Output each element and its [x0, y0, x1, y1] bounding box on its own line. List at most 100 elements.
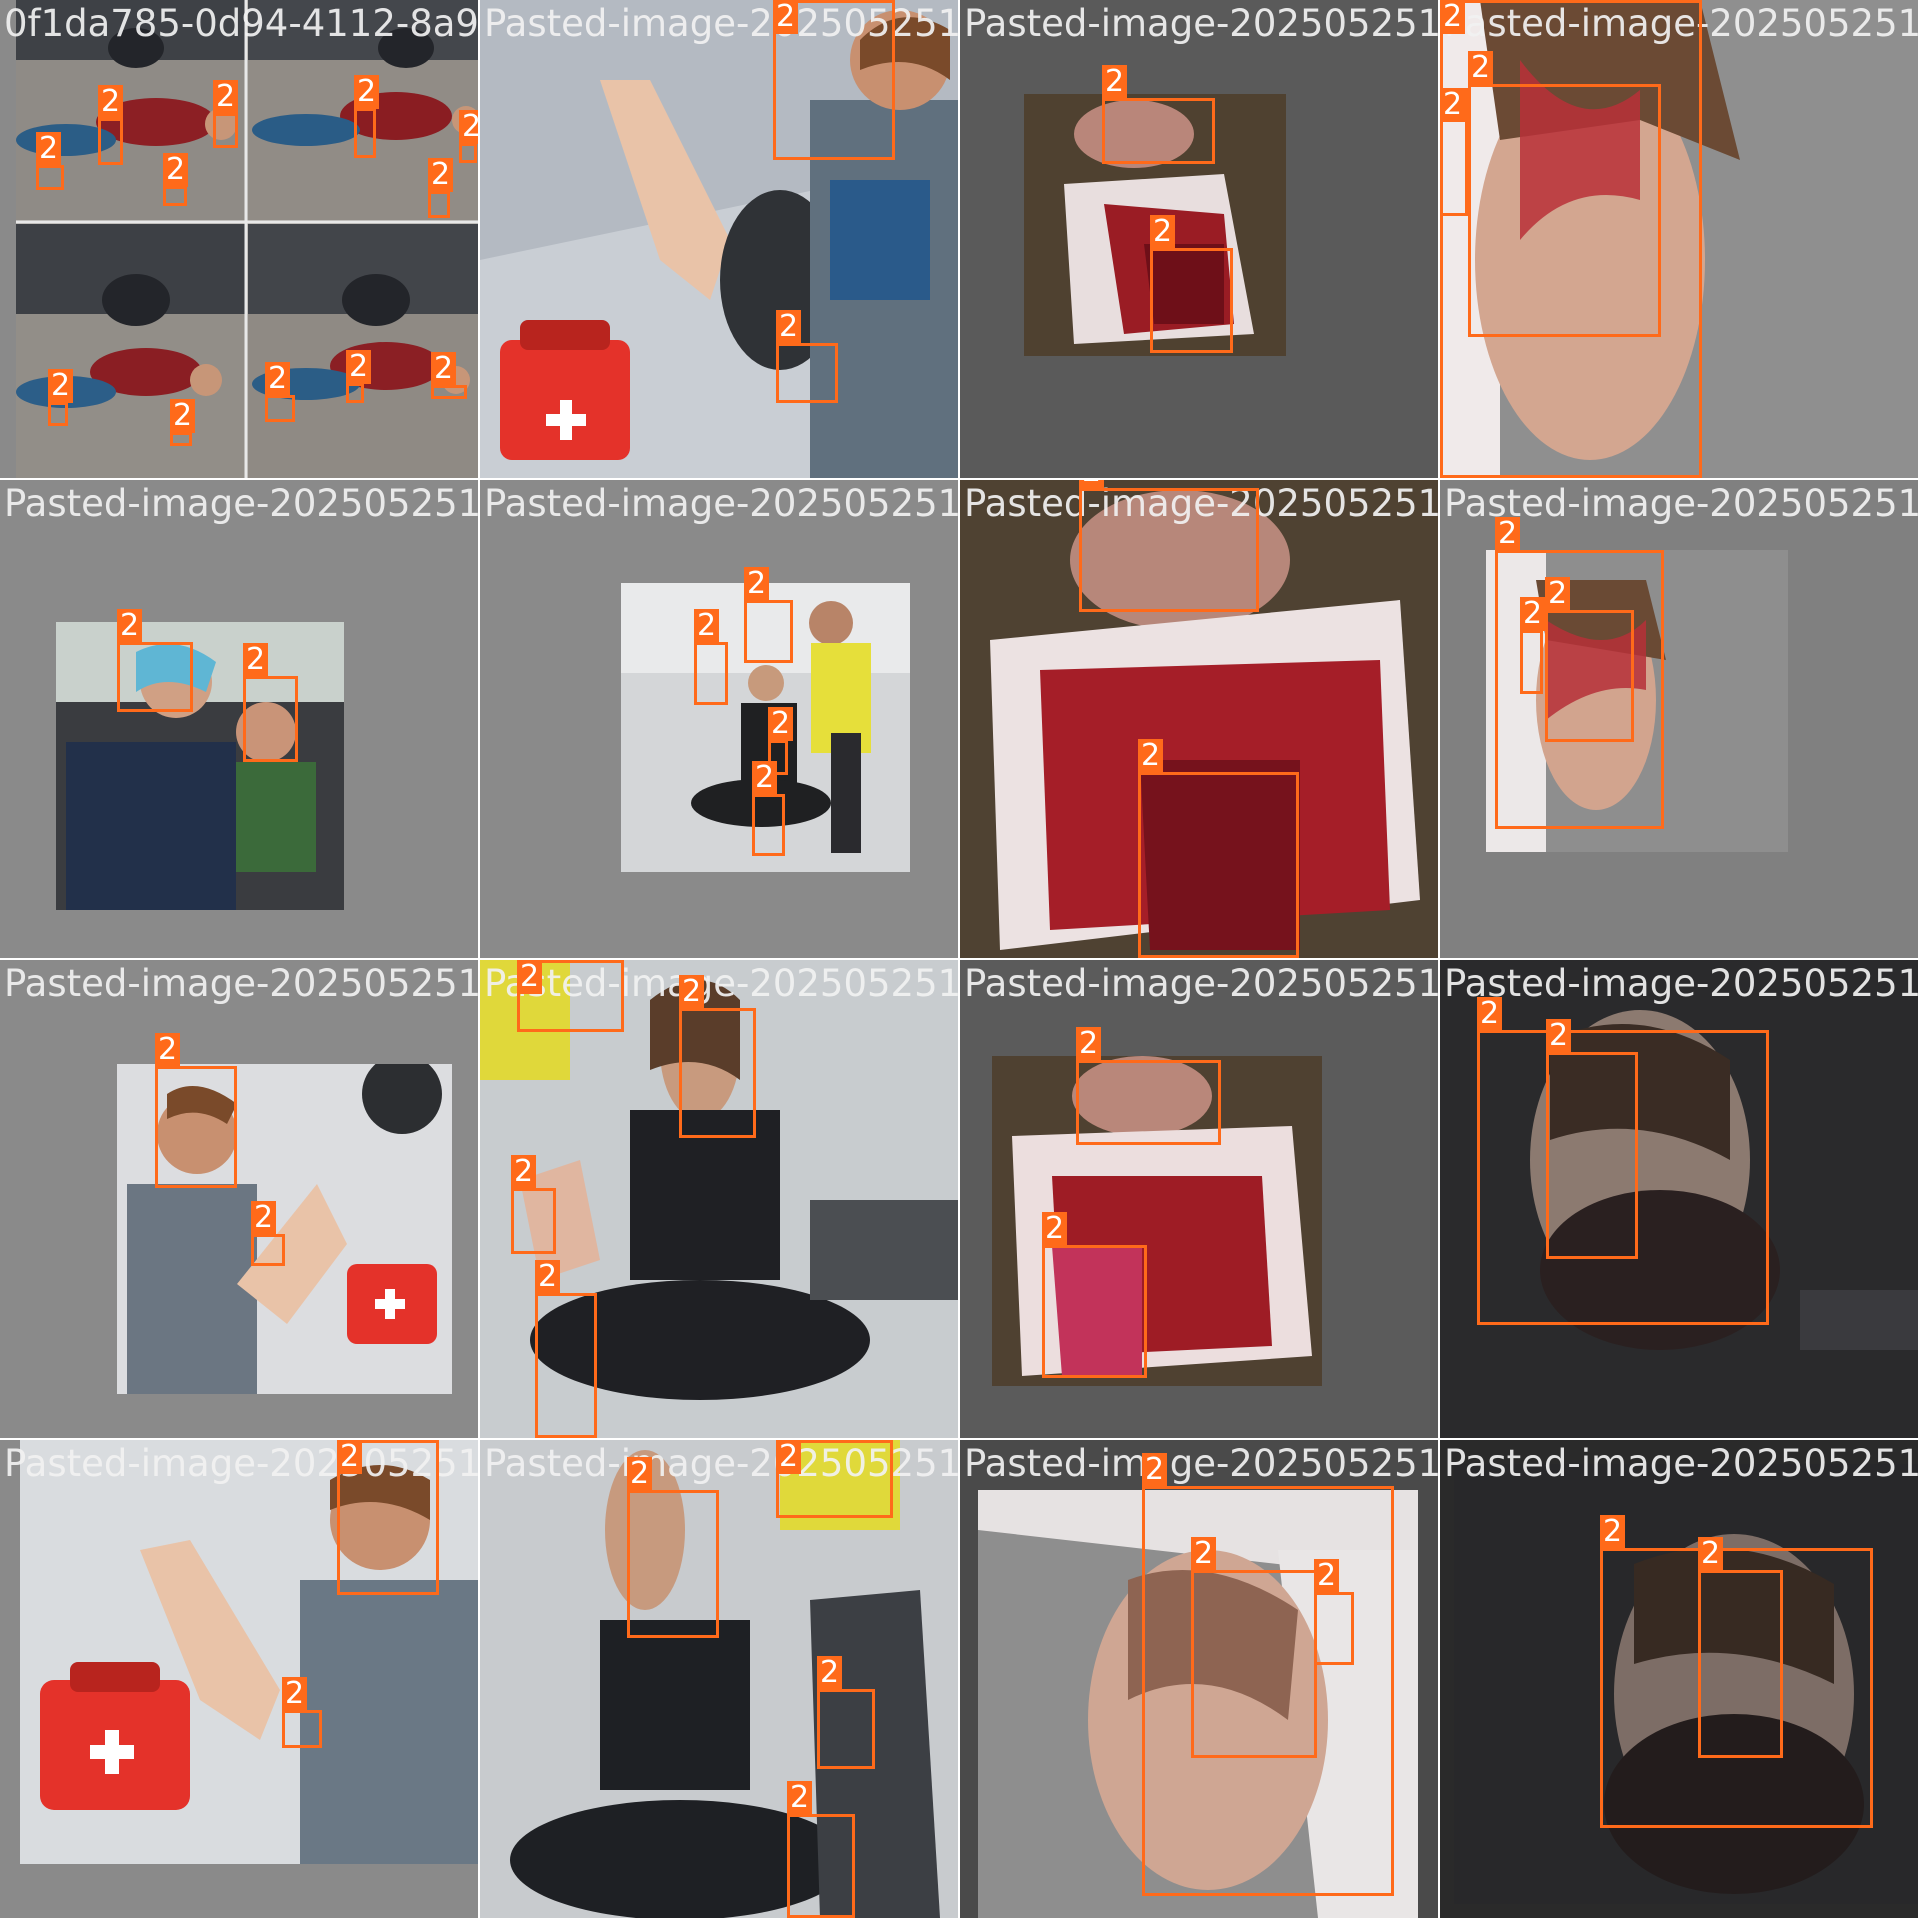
class-label: 2: [163, 153, 189, 187]
tile-photo: [56, 622, 344, 910]
class-label: 2: [337, 1440, 363, 1474]
image-filename: Pasted-image-20250525193: [964, 962, 1438, 1005]
photo-illustration: [56, 622, 344, 910]
detection-box: 2: [459, 110, 478, 163]
detection-box: 2: [282, 1677, 322, 1748]
class-label: 2: [1495, 517, 1521, 551]
class-label: 2: [1546, 1019, 1572, 1053]
detection-box: 2: [1102, 65, 1215, 164]
detection-box: 2: [535, 1260, 597, 1438]
class-label: 2: [1440, 0, 1466, 34]
detection-box: 2: [1314, 1559, 1354, 1665]
mosaic-tile: Pasted-image-20250525193 2 2: [960, 0, 1438, 478]
class-label: 2: [36, 132, 62, 166]
image-filename: 0f1da785-0d94-4112-8a91-f62df06fc707.png: [4, 2, 478, 45]
class-label: 2: [679, 975, 705, 1009]
detection-box: 2: [1520, 597, 1546, 694]
detection-box: 2: [265, 362, 295, 422]
class-label: 2: [251, 1201, 277, 1235]
detection-box: 2: [787, 1781, 855, 1918]
mosaic-tile: Pasted-image-20250525193 2 2 2 2: [480, 1440, 958, 1918]
detection-box: 2: [48, 369, 74, 426]
detection-mosaic: 0f1da785-0d94-4112-8a91-f62df06fc707.png…: [0, 0, 1920, 1920]
detection-box: 2: [1191, 1537, 1317, 1758]
detection-box: 2: [511, 1155, 556, 1254]
detection-box: 2: [163, 153, 189, 206]
class-label: 2: [768, 707, 794, 741]
class-label: 2: [265, 362, 291, 396]
detection-box: 2: [1150, 215, 1233, 353]
class-label: 2: [776, 1440, 802, 1474]
class-label: 2: [1142, 1453, 1168, 1487]
class-label: 2: [1440, 88, 1466, 122]
detection-box: 2: [98, 85, 124, 165]
detection-box: 2: [744, 567, 793, 663]
class-label: 2: [744, 567, 770, 601]
detection-box: 2: [1042, 1212, 1147, 1378]
mosaic-tile: Pasted-image-20250525193 2 2 2: [1440, 480, 1918, 958]
detection-box: 2: [251, 1201, 285, 1266]
class-label: 2: [694, 609, 720, 643]
detection-box: 2: [517, 960, 624, 1032]
detection-box: 2: [170, 399, 196, 446]
class-label: 2: [459, 110, 478, 144]
mosaic-tile: Pasted-image-20250525193 2 2: [0, 1440, 478, 1918]
class-label: 2: [346, 350, 372, 384]
class-label: 2: [752, 761, 778, 795]
detection-box: 2: [817, 1656, 875, 1769]
mosaic-tile: Pasted-image-20250525193 2 2 2 2: [480, 960, 958, 1438]
mosaic-tile: Pasted-image-20250525193 2 2 2: [960, 1440, 1438, 1918]
detection-box: 2: [1546, 1019, 1638, 1259]
class-label: 2: [170, 399, 196, 433]
class-label: 2: [1150, 215, 1176, 249]
class-label: 2: [1079, 480, 1105, 489]
detection-box: 2: [337, 1440, 439, 1595]
detection-box: 2: [1468, 51, 1661, 337]
class-label: 2: [1138, 739, 1164, 773]
class-label: 2: [98, 85, 124, 119]
class-label: 2: [155, 1033, 181, 1067]
class-label: 2: [773, 0, 799, 34]
class-label: 2: [511, 1155, 537, 1189]
image-filename: Pasted-image-20250525193: [964, 2, 1438, 45]
image-filename: Pasted-image-20250525193: [4, 482, 478, 525]
class-label: 2: [213, 80, 239, 114]
detection-box: 2: [679, 975, 756, 1138]
class-label: 2: [354, 75, 380, 109]
detection-box: 2: [1698, 1537, 1783, 1758]
class-label: 2: [1042, 1212, 1068, 1246]
tile-photo: [16, 0, 478, 478]
mosaic-tile: 0f1da785-0d94-4112-8a91-f62df06fc707.png…: [0, 0, 478, 478]
detection-box: 2: [243, 643, 298, 762]
mosaic-tile: Pasted-image-20250525193 2 2: [0, 960, 478, 1438]
mosaic-tile: Pasted-image-20250525193 2 2 2 2: [480, 480, 958, 958]
detection-box: 2: [1079, 480, 1259, 612]
image-filename: Pasted-image-20250525193: [1444, 962, 1918, 1005]
detection-box: 2: [346, 350, 372, 403]
mosaic-tile: Pasted-image-20250525193 2 2 2: [1440, 0, 1918, 478]
detection-box: 2: [431, 352, 467, 399]
class-label: 2: [535, 1260, 561, 1294]
class-label: 2: [1600, 1515, 1626, 1549]
detection-box: 2: [155, 1033, 237, 1188]
class-label: 2: [117, 609, 143, 643]
class-label: 2: [776, 310, 802, 344]
image-filename: Pasted-image-20250525193: [964, 1442, 1438, 1485]
mosaic-tile: Pasted-image-20250525193 2 2: [1440, 960, 1918, 1438]
detection-box: 2: [776, 1440, 893, 1518]
detection-box: 2: [36, 132, 64, 190]
class-label: 2: [243, 643, 269, 677]
detection-box: 2: [103, 372, 107, 376]
detection-box: 2: [1440, 88, 1468, 216]
class-label: 2: [1191, 1537, 1217, 1571]
detection-box: 2: [776, 310, 838, 403]
image-filename: Pasted-image-20250525193: [1444, 1442, 1918, 1485]
class-label: 2: [517, 960, 543, 994]
class-label: 2: [1102, 65, 1128, 99]
class-label: 2: [627, 1457, 653, 1491]
class-label: 2: [1468, 51, 1494, 85]
class-label: 2: [428, 158, 454, 192]
class-label: 2: [817, 1656, 843, 1690]
class-label: 2: [1314, 1559, 1340, 1593]
image-filename: Pasted-image-20250525193: [4, 962, 478, 1005]
